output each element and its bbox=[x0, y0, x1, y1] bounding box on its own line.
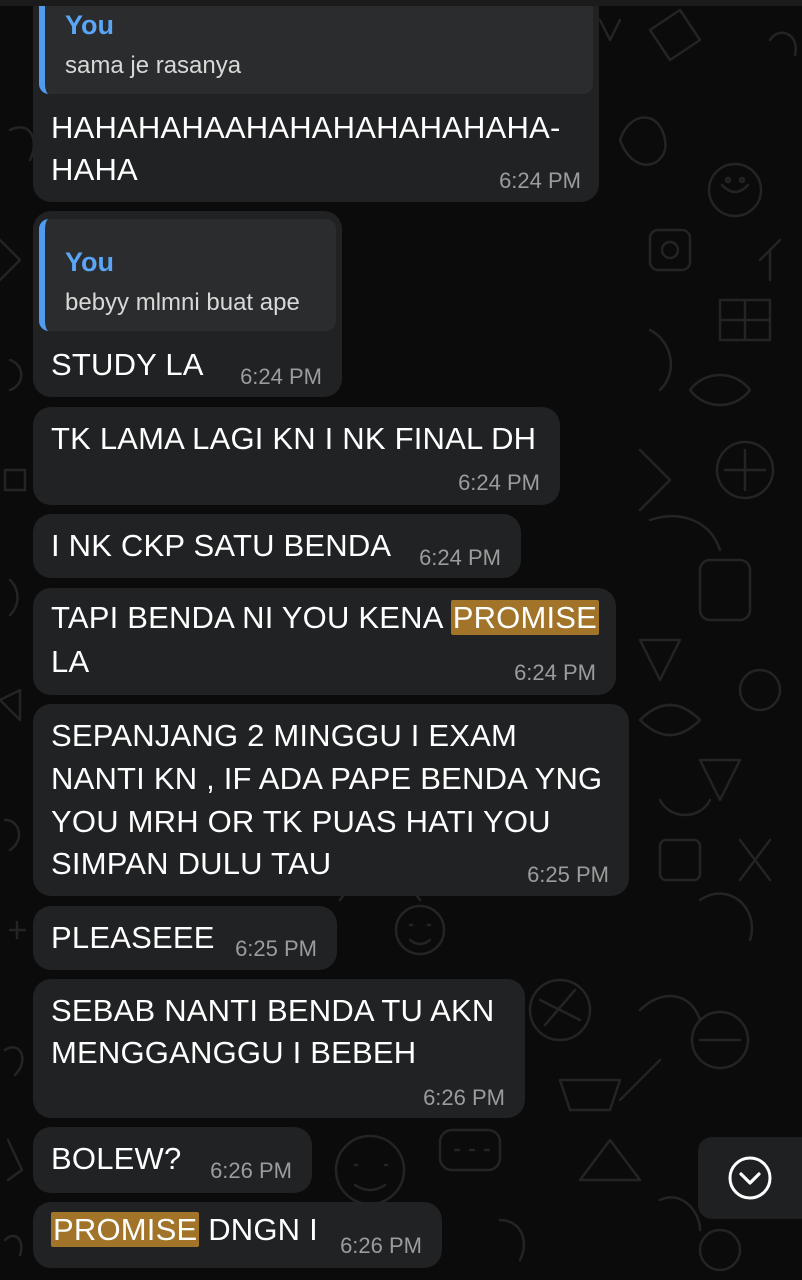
message-text: SEBAB NANTI BENDA TU AKN bbox=[51, 993, 495, 1028]
message-bubble[interactable]: You bebyy mlmni buat ape STUDY LA 6:24 P… bbox=[33, 211, 342, 397]
message-bubble[interactable]: I NK CKP SATU BENDA 6:24 PM bbox=[33, 514, 521, 578]
quoted-author: You bbox=[65, 247, 114, 277]
message-text: STUDY LA bbox=[51, 347, 204, 382]
message-timestamp: 6:25 PM bbox=[235, 936, 317, 961]
search-highlight: PROMISE bbox=[450, 600, 600, 635]
message-text: PROMISE DNGN I bbox=[51, 1212, 318, 1248]
message-text-part: TAPI BENDA NI YOU KENA bbox=[51, 600, 451, 635]
message-text: PLEASEEE bbox=[51, 920, 215, 955]
message-text: BOLEW? bbox=[51, 1141, 182, 1176]
message-text: LA bbox=[51, 644, 90, 679]
message-text: TAPI BENDA NI YOU KENA PROMISE bbox=[51, 600, 600, 636]
message-bubble[interactable]: BOLEW? 6:26 PM bbox=[33, 1127, 312, 1193]
search-highlight: PROMISE bbox=[51, 1212, 200, 1247]
status-bar-edge bbox=[0, 0, 802, 6]
message-bubble[interactable]: PLEASEEE 6:25 PM bbox=[33, 906, 337, 970]
message-text: SEPANJANG 2 MINGGU I EXAM bbox=[51, 718, 518, 753]
message-text: SIMPAN DULU TAU bbox=[51, 846, 332, 881]
message-text: HAHAHAHAAHAHAHAHAHAHAHA- bbox=[51, 110, 561, 145]
message-text: TK LAMA LAGI KN I NK FINAL DH bbox=[51, 421, 537, 456]
message-text: I NK CKP SATU BENDA bbox=[51, 528, 392, 563]
message-timestamp: 6:24 PM bbox=[458, 470, 540, 495]
message-timestamp: 6:26 PM bbox=[423, 1085, 505, 1110]
message-text-part: DNGN I bbox=[199, 1212, 318, 1247]
message-bubble[interactable]: TAPI BENDA NI YOU KENA PROMISE LA 6:24 P… bbox=[33, 588, 616, 695]
message-timestamp: 6:26 PM bbox=[340, 1233, 422, 1258]
message-bubble[interactable]: PROMISE DNGN I 6:26 PM bbox=[33, 1202, 442, 1268]
quoted-author: You bbox=[65, 10, 114, 40]
quoted-text: sama je rasanya bbox=[65, 52, 242, 79]
chevron-down-circle-icon bbox=[728, 1156, 772, 1200]
message-timestamp: 6:24 PM bbox=[499, 168, 581, 193]
message-bubble[interactable]: SEBAB NANTI BENDA TU AKN MENGGANGGU I BE… bbox=[33, 979, 525, 1118]
message-timestamp: 6:24 PM bbox=[514, 660, 596, 685]
quoted-reply[interactable]: You sama je rasanya bbox=[39, 0, 593, 94]
message-text: HAHA bbox=[51, 152, 138, 187]
message-timestamp: 6:24 PM bbox=[419, 545, 501, 570]
message-text: YOU MRH OR TK PUAS HATI YOU bbox=[51, 804, 551, 839]
quoted-text: bebyy mlmni buat ape bbox=[65, 289, 300, 316]
message-text: NANTI KN , IF ADA PAPE BENDA YNG bbox=[51, 761, 603, 796]
message-bubble[interactable]: You sama je rasanya HAHAHAHAAHAHAHAHAHAH… bbox=[33, 0, 599, 202]
message-bubble[interactable]: SEPANJANG 2 MINGGU I EXAM NANTI KN , IF … bbox=[33, 704, 629, 896]
chat-message-list: You sama je rasanya HAHAHAHAAHAHAHAHAHAH… bbox=[0, 0, 802, 1280]
message-bubble[interactable]: TK LAMA LAGI KN I NK FINAL DH 6:24 PM bbox=[33, 407, 560, 505]
message-timestamp: 6:24 PM bbox=[240, 364, 322, 389]
quoted-reply[interactable]: You bebyy mlmni buat ape bbox=[39, 219, 336, 331]
message-timestamp: 6:26 PM bbox=[210, 1158, 292, 1183]
message-text: MENGGANGGU I BEBEH bbox=[51, 1035, 417, 1070]
message-timestamp: 6:25 PM bbox=[527, 862, 609, 887]
scroll-to-bottom-button[interactable] bbox=[698, 1137, 802, 1219]
